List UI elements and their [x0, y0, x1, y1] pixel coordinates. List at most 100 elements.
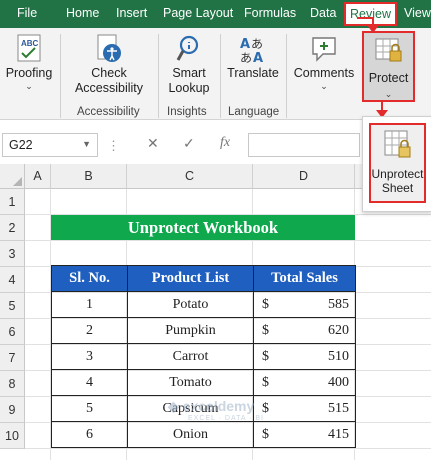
formula-input[interactable] — [248, 133, 360, 157]
cell-sl[interactable]: 1 — [51, 291, 128, 318]
row-header-8[interactable]: 8 — [0, 371, 25, 397]
protect-dropdown-menu: Unprotect Sheet — [362, 116, 431, 212]
column-header-b[interactable]: B — [51, 164, 127, 189]
tab-insert[interactable]: Insert — [116, 6, 147, 20]
proofing-button[interactable]: ABC Proofing ⌄ — [4, 34, 54, 91]
formula-bar-grip: ⋮ — [107, 138, 120, 153]
unprotect-label-2: Sheet — [381, 181, 414, 195]
protect-button[interactable]: Protect ⌄ — [362, 31, 415, 102]
unprotect-sheet-label: Unprotect Sheet — [371, 167, 424, 195]
protect-sheet-icon — [375, 38, 402, 62]
watermark-logo-icon: ◆ — [168, 398, 179, 414]
chevron-down-icon: ⌄ — [25, 81, 33, 91]
check-accessibility-button[interactable]: Check Accessibility — [66, 34, 152, 96]
column-header-c[interactable]: C — [127, 164, 253, 189]
row-header-5[interactable]: 5 — [0, 293, 25, 319]
header-sl-no[interactable]: Sl. No. — [51, 265, 128, 292]
tab-home[interactable]: Home — [66, 6, 99, 20]
cell-sales[interactable]: $400 — [253, 369, 356, 396]
insert-function-icon[interactable]: fx — [220, 135, 230, 151]
svg-text:A: A — [240, 37, 250, 52]
cell-product[interactable]: Onion — [127, 421, 254, 448]
tab-formulas[interactable]: Formulas — [244, 6, 296, 20]
accessibility-group-label: Accessibility — [77, 106, 140, 118]
enter-icon[interactable]: ✓ — [183, 135, 195, 152]
proofing-label: Proofing — [5, 66, 53, 80]
currency-symbol: $ — [262, 323, 269, 338]
cancel-icon[interactable]: ✕ — [147, 135, 159, 152]
translate-button[interactable]: A あ あ A Translate — [226, 34, 280, 81]
cell-sales[interactable]: $620 — [253, 317, 356, 344]
header-total-sales[interactable]: Total Sales — [253, 265, 356, 292]
search-icon — [176, 35, 199, 61]
translate-icon: A あ あ A — [240, 37, 263, 64]
tab-data[interactable]: Data — [310, 6, 336, 20]
cell-product[interactable]: Carrot — [127, 343, 254, 370]
check-label-2: Accessibility — [74, 81, 144, 95]
row-header-2[interactable]: 2 — [0, 215, 25, 241]
tab-view[interactable]: View — [404, 6, 431, 20]
smart-lookup-label-2: Lookup — [168, 81, 210, 95]
cell-sl[interactable]: 4 — [51, 369, 128, 396]
row-header-4[interactable]: 4 — [0, 267, 25, 293]
chevron-down-icon: ⌄ — [384, 89, 393, 99]
header-product-list[interactable]: Product List — [127, 265, 254, 292]
table-row: 4 Tomato $400 — [51, 369, 356, 396]
comments-button[interactable]: Comments ⌄ — [292, 34, 356, 91]
unprotect-sheet-button[interactable]: Unprotect Sheet — [369, 123, 426, 203]
svg-text:あ: あ — [240, 51, 252, 64]
accessibility-icon — [97, 34, 121, 62]
column-header-a[interactable]: A — [25, 164, 51, 189]
row-header-3[interactable]: 3 — [0, 241, 25, 267]
cell-sales[interactable]: $415 — [253, 421, 356, 448]
tab-review[interactable]: Review — [344, 2, 397, 26]
select-all-button[interactable] — [0, 164, 25, 189]
sales-amount: 620 — [328, 323, 349, 338]
tab-file[interactable]: File — [17, 6, 37, 20]
gridline — [25, 240, 431, 241]
cell-product[interactable]: Tomato — [127, 369, 254, 396]
cell-sales[interactable]: $585 — [253, 291, 356, 318]
group-divider — [158, 34, 159, 118]
spelling-icon: ABC — [17, 34, 41, 62]
cell-sl[interactable]: 6 — [51, 421, 128, 448]
sheet-title[interactable]: Unprotect Workbook — [51, 215, 355, 240]
row-header-1[interactable]: 1 — [0, 189, 25, 215]
insights-group-label: Insights — [167, 106, 207, 118]
currency-symbol: $ — [262, 427, 269, 442]
sales-amount: 585 — [328, 297, 349, 312]
group-divider — [220, 34, 221, 118]
column-header-d[interactable]: D — [253, 164, 355, 189]
smart-lookup-button[interactable]: Smart Lookup — [164, 34, 214, 96]
svg-text:あ: あ — [251, 37, 263, 51]
cell-sl[interactable]: 5 — [51, 395, 128, 422]
row-header-7[interactable]: 7 — [0, 345, 25, 371]
sales-amount: 400 — [328, 375, 349, 390]
unprotect-sheet-icon — [384, 130, 411, 158]
cell-product[interactable]: Potato — [127, 291, 254, 318]
row-header-6[interactable]: 6 — [0, 319, 25, 345]
cell-sl[interactable]: 2 — [51, 317, 128, 344]
currency-symbol: $ — [262, 297, 269, 312]
cell-sales[interactable]: $515 — [253, 395, 356, 422]
cell-product[interactable]: Pumpkin — [127, 317, 254, 344]
chevron-down-icon[interactable]: ▼ — [82, 139, 91, 149]
sales-amount: 510 — [328, 349, 349, 364]
name-box-value: G22 — [9, 138, 33, 152]
cell-sl[interactable]: 3 — [51, 343, 128, 370]
watermark: ◆ exceldemy EXCEL · DATA · BI — [168, 398, 264, 422]
name-box[interactable]: G22 ▼ — [2, 133, 98, 157]
table-row: 2 Pumpkin $620 — [51, 317, 356, 344]
group-divider — [60, 34, 61, 118]
table-row: 3 Carrot $510 — [51, 343, 356, 370]
row-header-10[interactable]: 10 — [0, 423, 25, 449]
cell-sales[interactable]: $510 — [253, 343, 356, 370]
language-group-label: Language — [228, 106, 280, 118]
watermark-name: exceldemy — [182, 398, 255, 414]
row-header-9[interactable]: 9 — [0, 397, 25, 423]
tab-page-layout[interactable]: Page Layout — [163, 6, 233, 20]
table-row: 1 Potato $585 — [51, 291, 356, 318]
svg-text:ABC: ABC — [21, 39, 39, 48]
comment-icon — [312, 37, 336, 62]
currency-symbol: $ — [262, 349, 269, 364]
